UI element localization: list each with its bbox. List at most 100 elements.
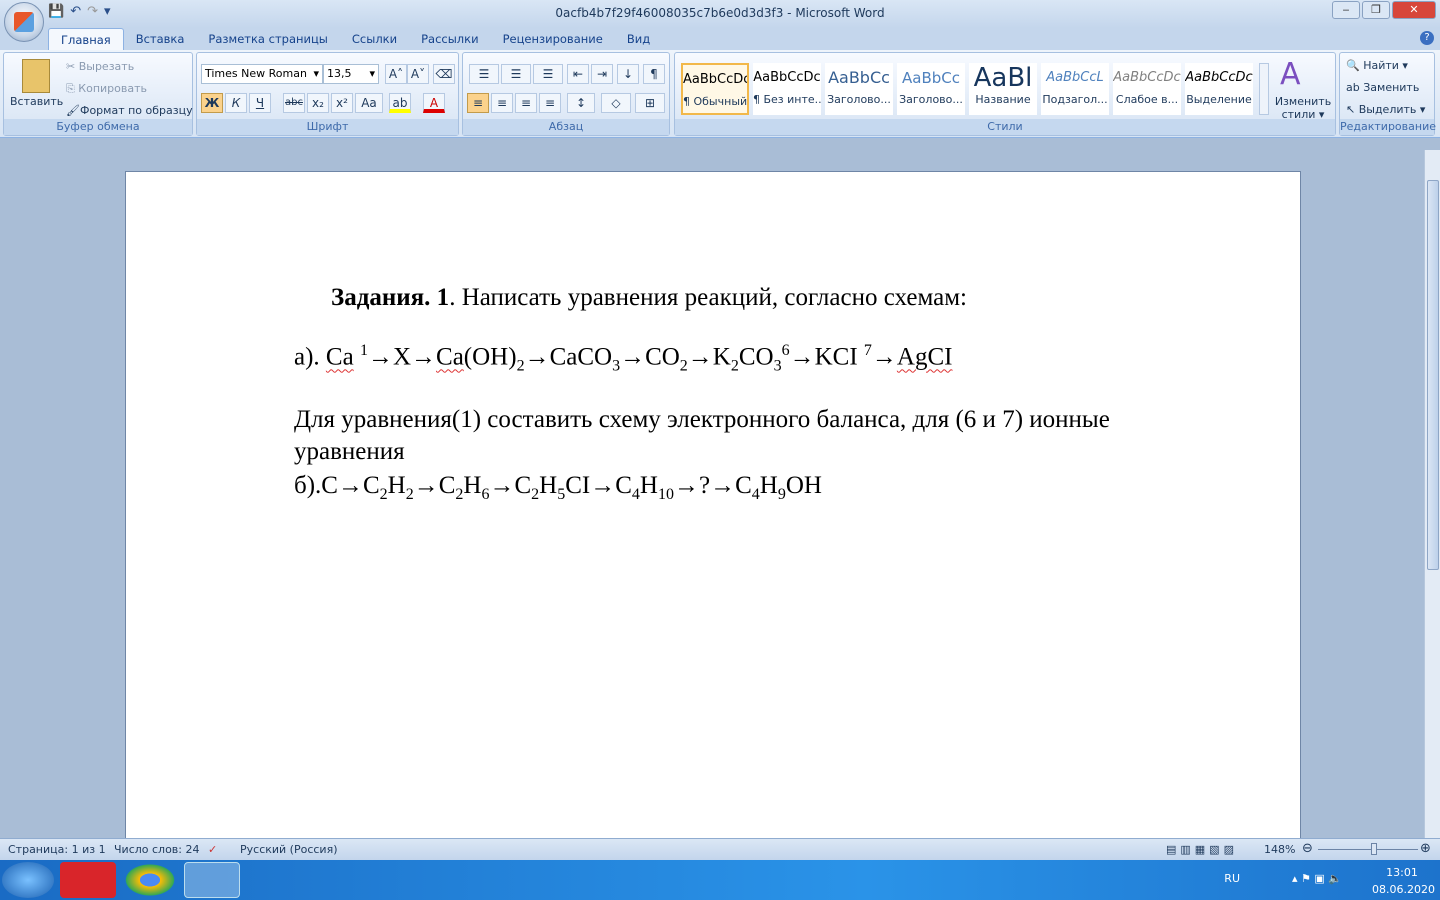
style-sample: AaBbCcDc	[753, 70, 821, 85]
paste-button[interactable]: Вставить	[10, 95, 63, 108]
page-count[interactable]: Страница: 1 из 1	[8, 843, 106, 856]
tab-insert[interactable]: Вставка	[124, 28, 197, 50]
tab-references[interactable]: Ссылки	[340, 28, 409, 50]
proofing-icon[interactable]: ✓	[208, 843, 217, 856]
formula-text: H	[539, 472, 558, 499]
formula-sub: 3	[612, 357, 621, 375]
chrome-taskbar-icon[interactable]	[122, 862, 178, 898]
bullets-button[interactable]: ☰	[469, 64, 499, 84]
vertical-scrollbar[interactable]	[1424, 150, 1440, 838]
style-name: Подзагол...	[1042, 93, 1108, 106]
style-1[interactable]: AaBbCcDc ¶ Без инте...	[753, 63, 821, 115]
language[interactable]: Русский (Россия)	[240, 843, 338, 856]
style-4[interactable]: AaBl Название	[969, 63, 1037, 115]
style-sample: AaBbCc	[902, 69, 960, 87]
select-label: Выделить ▾	[1358, 103, 1426, 116]
cut-button[interactable]: ✂ Вырезать	[66, 60, 134, 73]
select-button[interactable]: ↖ Выделить ▾	[1346, 103, 1425, 116]
tab-view[interactable]: Вид	[615, 28, 662, 50]
opera-taskbar-icon[interactable]	[60, 862, 116, 898]
minimize-button[interactable]: ‒	[1332, 1, 1360, 19]
superscript-button[interactable]: x²	[331, 93, 353, 113]
change-case-button[interactable]: Aa	[355, 93, 383, 113]
styles-group: AaBbCcDc ¶ Обычный AaBbCcDc ¶ Без инте... Aa…	[674, 52, 1336, 136]
strikethrough-button[interactable]: abc	[283, 93, 305, 113]
format-painter-button[interactable]: 🖌Формат по образцу	[66, 104, 193, 117]
font-size-value: 13,5	[327, 67, 352, 80]
justify-button[interactable]: ≡	[539, 93, 561, 113]
view-buttons[interactable]: ▤▥▦▧▨	[1166, 843, 1238, 856]
formula-sup: 1	[359, 342, 368, 359]
zoom-out-button[interactable]: ⊖	[1302, 841, 1313, 856]
formula-text: CO	[738, 343, 774, 371]
font-name-select[interactable]: Times New Roman ▾	[201, 64, 323, 84]
change-styles-button[interactable]: Изменить стили ▾	[1273, 95, 1333, 121]
tab-home[interactable]: Главная	[48, 28, 124, 50]
multilevel-list-button[interactable]: ☰	[533, 64, 563, 84]
borders-button[interactable]: ⊞	[635, 93, 665, 113]
tab-review[interactable]: Рецензирование	[491, 28, 615, 50]
tab-page-layout[interactable]: Разметка страницы	[196, 28, 339, 50]
document-page[interactable]: Задания. 1. Написать уравнения реакций, …	[125, 171, 1301, 851]
numbering-button[interactable]: ☰	[501, 64, 531, 84]
tab-mailings[interactable]: Рассылки	[409, 28, 490, 50]
clock[interactable]: 13:01 08.06.2020	[1372, 866, 1435, 896]
italic-button[interactable]: К	[225, 93, 247, 113]
zoom-in-button[interactable]: ⊕	[1420, 841, 1431, 856]
style-7[interactable]: AaBbCcDc Выделение	[1185, 63, 1253, 115]
start-button[interactable]	[2, 862, 54, 898]
zoom-slider[interactable]	[1318, 843, 1418, 855]
increase-indent-button[interactable]: ⇥	[591, 64, 613, 84]
equation-a: а). Ca 1→X→Ca(OH)2→CaCO3→CO2→K2CO36→KCI …	[294, 342, 952, 375]
shrink-font-button[interactable]: A˅	[407, 64, 429, 84]
align-center-button[interactable]: ≡	[491, 93, 513, 113]
style-sample: AaBbCcDc	[1113, 70, 1181, 85]
zoom-slider-thumb[interactable]	[1371, 843, 1377, 855]
word-count[interactable]: Число слов: 24	[114, 843, 200, 856]
scrollbar-thumb[interactable]	[1427, 180, 1439, 570]
help-icon[interactable]: ?	[1420, 31, 1434, 45]
word-taskbar-icon[interactable]	[184, 862, 240, 898]
paste-icon[interactable]	[22, 59, 50, 93]
highlight-button[interactable]: ab	[389, 93, 411, 113]
paragraph-line-2: уравнения	[294, 438, 405, 465]
align-left-button[interactable]: ≡	[467, 93, 489, 113]
show-marks-button[interactable]: ¶	[643, 64, 665, 84]
font-size-select[interactable]: 13,5 ▾	[323, 64, 379, 84]
underline-button[interactable]: Ч	[249, 93, 271, 113]
bold-button[interactable]: Ж	[201, 93, 223, 113]
style-6[interactable]: AaBbCcDc Слабое в...	[1113, 63, 1181, 115]
input-language[interactable]: RU	[1224, 872, 1240, 885]
formula-text: OH	[785, 472, 822, 499]
formula-text: →K	[687, 343, 731, 371]
line-spacing-button[interactable]: ↕	[567, 93, 595, 113]
replace-button[interactable]: ab Заменить	[1346, 81, 1419, 94]
copy-button[interactable]: ⎘ Копировать	[66, 82, 147, 96]
style-5[interactable]: AaBbCcL Подзагол...	[1041, 63, 1109, 115]
format-painter-label: Формат по образцу	[79, 104, 193, 117]
style-0[interactable]: AaBbCcDc ¶ Обычный	[681, 63, 749, 115]
clear-format-button[interactable]: ⌫	[433, 64, 455, 84]
style-3[interactable]: AaBbCc Заголово...	[897, 63, 965, 115]
formula-sub: 4	[751, 486, 760, 503]
style-name: Выделение	[1186, 93, 1252, 106]
decrease-indent-button[interactable]: ⇤	[567, 64, 589, 84]
formula-sub: 10	[657, 486, 674, 503]
subscript-button[interactable]: x₂	[307, 93, 329, 113]
formula-sup: 7	[863, 342, 872, 359]
tray-icons[interactable]: ▴ ⚑ ▣ 🔈	[1292, 872, 1342, 885]
align-right-button[interactable]: ≡	[515, 93, 537, 113]
title-bar: 💾 ↶ ↷ ▾ 0acfb4b7f29f46008035c7b6e0d3d3f3…	[0, 0, 1440, 28]
shading-button[interactable]: ◇	[601, 93, 631, 113]
find-button[interactable]: 🔍 Найти ▾	[1346, 59, 1408, 72]
font-color-button[interactable]: A	[423, 93, 445, 113]
style-name: ¶ Без инте...	[753, 93, 821, 106]
grow-font-button[interactable]: A˄	[385, 64, 407, 84]
sort-button[interactable]: ↓	[617, 64, 639, 84]
close-button[interactable]: ✕	[1392, 1, 1436, 19]
office-button[interactable]	[4, 2, 44, 42]
styles-scroll[interactable]	[1259, 63, 1269, 115]
style-2[interactable]: AaBbCc Заголово...	[825, 63, 893, 115]
maximize-button[interactable]: ❐	[1362, 1, 1390, 19]
zoom-level[interactable]: 148%	[1264, 843, 1295, 856]
